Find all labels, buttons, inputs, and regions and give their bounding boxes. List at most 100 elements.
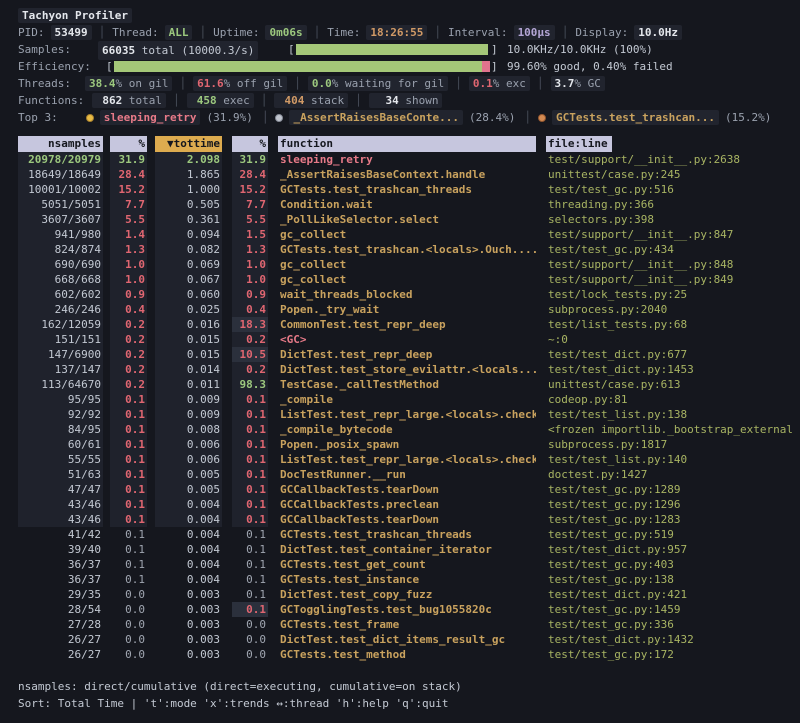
col-header-file-line[interactable]: file:line	[546, 136, 612, 152]
cell-file-line: doctest.py:1427	[546, 467, 796, 482]
table-row: 5051/50517.70.5057.7Condition.waitthread…	[18, 197, 796, 212]
samples-bar-fill	[296, 44, 488, 55]
status-field-value: 0m06s	[265, 25, 306, 40]
cell-nsamples: 51/63	[18, 467, 103, 482]
table-row: 151/1510.20.0150.2<GC>~:0	[18, 332, 796, 347]
cell-nsamples: 113/64670	[18, 377, 103, 392]
cell-function: CommonTest.test_repr_deep	[278, 317, 536, 332]
cell-nsamples: 55/55	[18, 452, 103, 467]
cell-nsamples: 20978/20979	[18, 152, 103, 167]
cell-function: GCTests.test_method	[278, 647, 536, 662]
table-row: 51/630.10.0050.1DocTestRunner.__rundocte…	[18, 467, 796, 482]
cell-function: DocTestRunner.__run	[278, 467, 536, 482]
cell-pct-cumulative: 0.1	[232, 527, 268, 542]
cell-pct-cumulative: 0.1	[232, 497, 268, 512]
table-row: 28/540.00.0030.1GCTogglingTests.test_bug…	[18, 602, 796, 617]
col-header-pct-cumulative[interactable]: %	[232, 136, 268, 152]
status-field-label: Interval:	[448, 26, 508, 39]
app-title: Tachyon Profiler	[18, 8, 132, 23]
table-row: 36/370.10.0040.1GCTests.test_get_countte…	[18, 557, 796, 572]
efficiency-bar	[114, 61, 490, 72]
cell-file-line: subprocess.py:2040	[546, 302, 796, 317]
separator: │	[562, 26, 569, 39]
table-row: 147/69000.20.01510.5DictTest.test_repr_d…	[18, 347, 796, 362]
cell-nsamples: 18649/18649	[18, 167, 103, 182]
cell-function: _compile_bytecode	[278, 422, 536, 437]
efficiency-label: Efficiency:	[18, 60, 91, 73]
thread-stat-segment: 38.4% on gil	[85, 76, 172, 91]
function-stat-value: 404	[278, 92, 304, 109]
cell-pct-cumulative: 1.0	[232, 257, 268, 272]
cell-file-line: test/test_list.py:140	[546, 452, 796, 467]
top3-percentage: (31.9%)	[206, 111, 252, 124]
cell-pct-direct: 0.1	[110, 482, 147, 497]
table-row: 60/610.10.0060.1Popen._posix_spawnsubpro…	[18, 437, 796, 452]
top3-function-name: _AssertRaisesBaseConte...	[289, 110, 463, 125]
cell-pct-direct: 0.2	[110, 377, 147, 392]
cell-file-line: subprocess.py:1817	[546, 437, 796, 452]
thread-stat-unit: % exc	[493, 77, 526, 90]
table-row: 39/400.10.0040.1DictTest.test_container_…	[18, 542, 796, 557]
cell-function: DictTest.test_repr_deep	[278, 347, 536, 362]
cell-function: Popen._posix_spawn	[278, 437, 536, 452]
cell-file-line: test/test_gc.py:516	[546, 182, 796, 197]
footer-keybindings: Sort: Total Time | 't':mode 'x':trends ↔…	[18, 695, 796, 712]
cell-function: GCTogglingTests.test_bug1055820c	[278, 602, 536, 617]
thread-stat-value: 0.1	[473, 77, 493, 90]
function-stat-separator: │	[355, 94, 362, 107]
cell-tottime: 0.003	[155, 602, 222, 617]
top3-separator: │	[262, 111, 269, 124]
cell-pct-cumulative: 1.0	[232, 272, 268, 287]
cell-nsamples: 39/40	[18, 542, 103, 557]
title-line: Tachyon Profiler	[18, 7, 796, 24]
status-field-value: ALL	[165, 25, 193, 40]
cell-nsamples: 10001/10002	[18, 182, 103, 197]
col-header-tottime[interactable]: ▼tottime	[155, 136, 222, 152]
cell-tottime: 1.865	[155, 167, 222, 182]
cell-nsamples: 602/602	[18, 287, 103, 302]
table-row: 36/370.10.0040.1GCTests.test_instancetes…	[18, 572, 796, 587]
status-field-label: Uptime:	[213, 26, 259, 39]
cell-pct-cumulative: 0.1	[232, 392, 268, 407]
functions-label: Functions:	[18, 94, 84, 107]
efficiency-bar-open-bracket: [	[106, 58, 113, 75]
cell-function: GCCallbackTests.preclean	[278, 497, 536, 512]
table-row: 95/950.10.0090.1_compilecodeop.py:81	[18, 392, 796, 407]
cell-pct-direct: 0.1	[110, 542, 147, 557]
cell-pct-cumulative: 0.1	[232, 437, 268, 452]
cell-file-line: <frozen importlib._bootstrap_external	[546, 422, 796, 437]
cell-file-line: test/support/__init__.py:848	[546, 257, 796, 272]
cell-nsamples: 246/246	[18, 302, 103, 317]
cell-pct-cumulative: 15.2	[232, 182, 268, 197]
cell-nsamples: 84/95	[18, 422, 103, 437]
function-stat-value: 458	[191, 92, 217, 109]
table-row: 162/120590.20.01618.3CommonTest.test_rep…	[18, 317, 796, 332]
cell-tottime: 1.000	[155, 182, 222, 197]
cell-nsamples: 151/151	[18, 332, 103, 347]
thread-stat-segment: 0.0% waiting for gil	[308, 76, 448, 91]
table-row: 690/6901.00.0691.0gc_collecttest/support…	[18, 257, 796, 272]
cell-nsamples: 690/690	[18, 257, 103, 272]
cell-nsamples: 95/95	[18, 392, 103, 407]
cell-file-line: test/test_gc.py:1296	[546, 497, 796, 512]
cell-tottime: 0.011	[155, 377, 222, 392]
function-stat-unit: stack	[304, 94, 344, 107]
cell-pct-cumulative: 0.1	[232, 467, 268, 482]
cell-file-line: test/test_gc.py:138	[546, 572, 796, 587]
col-header-pct-direct[interactable]: %	[110, 136, 147, 152]
col-header-nsamples[interactable]: nsamples	[18, 136, 103, 152]
cell-pct-direct: 0.9	[110, 287, 147, 302]
cell-nsamples: 28/54	[18, 602, 103, 617]
cell-file-line: test/test_dict.py:957	[546, 542, 796, 557]
table-row: 43/460.10.0040.1GCCallbackTests.tearDown…	[18, 512, 796, 527]
status-field-label: PID:	[18, 26, 45, 39]
col-header-function[interactable]: function	[278, 136, 536, 152]
cell-tottime: 0.009	[155, 392, 222, 407]
cell-pct-direct: 0.1	[110, 407, 147, 422]
top3-separator: │	[524, 111, 531, 124]
cell-function: GCTests.test_trashcan.<locals>.Ouch....	[278, 242, 536, 257]
cell-pct-cumulative: 0.2	[232, 362, 268, 377]
cell-pct-direct: 0.2	[110, 347, 147, 362]
cell-file-line: unittest/case.py:245	[546, 167, 796, 182]
table-row: 20978/2097931.92.09831.9sleeping_retryte…	[18, 152, 796, 167]
